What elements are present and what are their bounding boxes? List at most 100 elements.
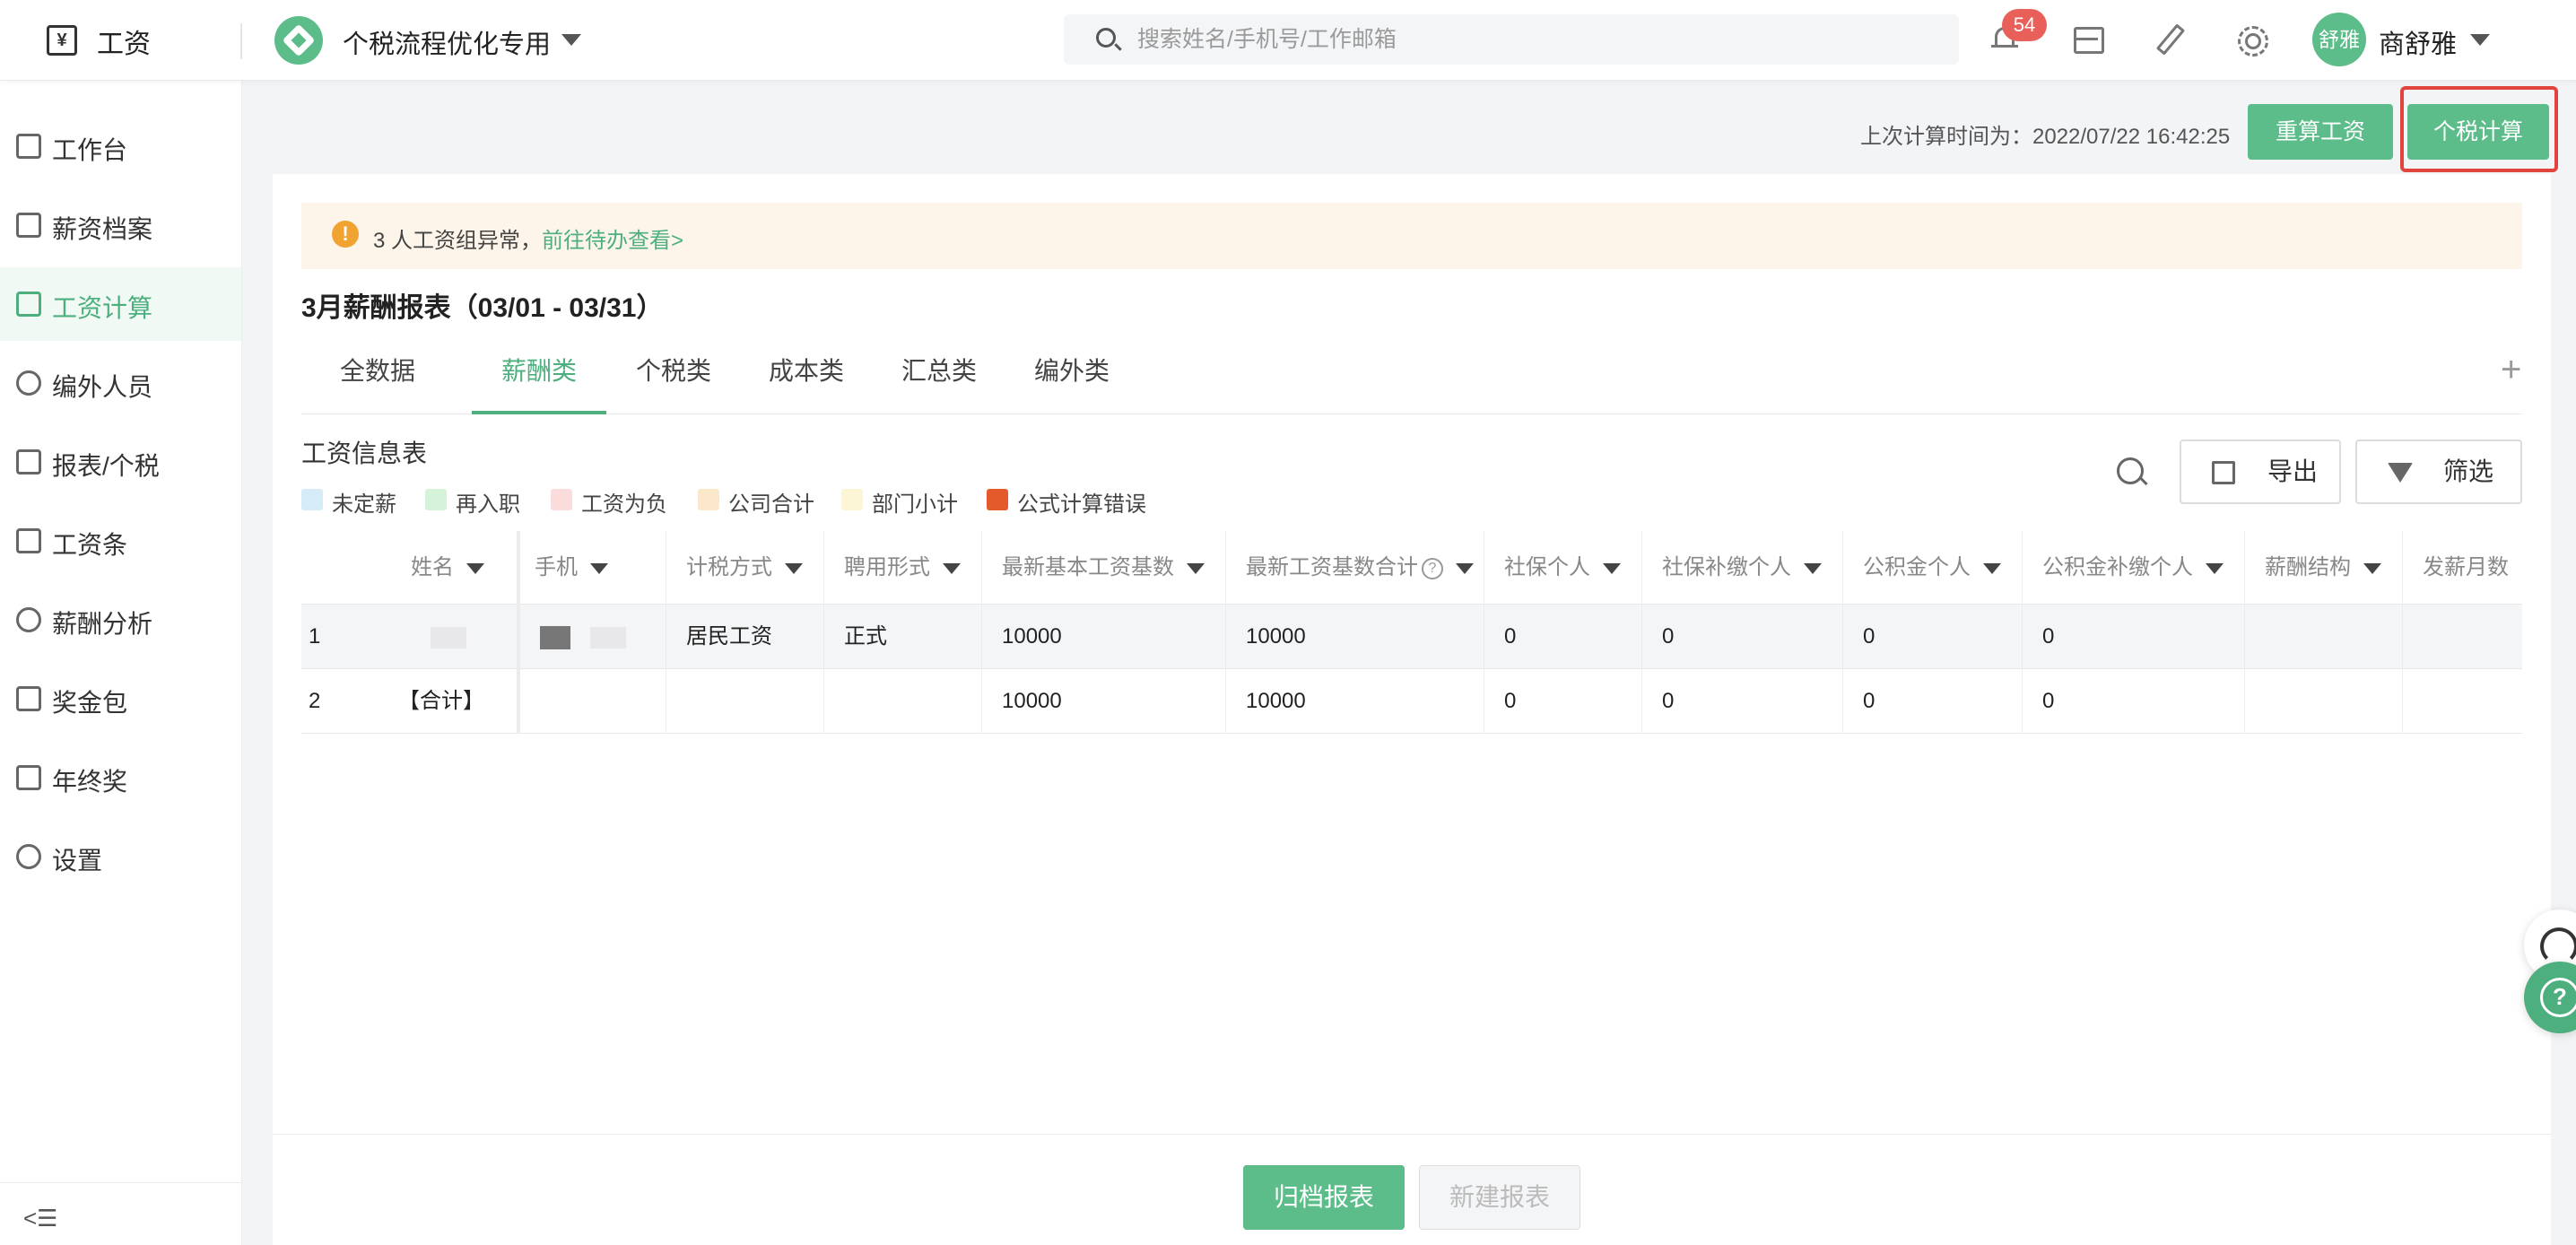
sidebar-item-label: 奖金包 xyxy=(52,689,128,717)
avatar[interactable]: 舒雅 xyxy=(2312,13,2366,66)
company-logo-icon[interactable] xyxy=(274,16,323,65)
sort-caret-icon[interactable] xyxy=(1456,562,1474,574)
page-title: 3月薪酬报表（03/01 - 03/31） xyxy=(301,293,664,323)
search-icon xyxy=(1096,28,1116,48)
sidebar-item-label: 工资计算 xyxy=(52,294,153,322)
sidebar-item-payslip[interactable]: 工资条 xyxy=(0,504,241,578)
filter-icon xyxy=(2388,463,2413,483)
column-header[interactable]: 公积金个人 xyxy=(1842,531,2022,605)
sidebar-item-label: 编外人员 xyxy=(52,373,153,401)
column-header[interactable]: 公积金补缴个人 xyxy=(2022,531,2244,605)
user-name[interactable]: 商舒雅 xyxy=(2379,23,2457,61)
column-header[interactable]: 聘用形式 xyxy=(823,531,981,605)
calendar-icon xyxy=(16,292,41,317)
company-switcher[interactable]: 个税流程优化专用 xyxy=(343,23,551,61)
cell-social: 0 xyxy=(1484,605,1641,669)
sidebar-item-year-end-bonus[interactable]: 年终奖 xyxy=(0,741,241,814)
report-tabs: 全数据 薪酬类 个税类 成本类 汇总类 编外类 + xyxy=(301,328,2522,414)
table-search-icon[interactable] xyxy=(2117,457,2144,484)
sort-caret-icon[interactable] xyxy=(466,562,484,574)
bottom-action-bar: 归档报表 新建报表 xyxy=(273,1134,2551,1245)
legend-swatch xyxy=(551,489,572,510)
divider xyxy=(240,23,242,59)
chevron-down-icon[interactable] xyxy=(561,34,581,46)
alert-message: 3 人工资组异常，前往待办查看> xyxy=(373,222,683,254)
sidebar-item-external-staff[interactable]: 编外人员 xyxy=(0,346,241,420)
cell-social-back: 0 xyxy=(1641,605,1842,669)
new-report-button[interactable]: 新建报表 xyxy=(1419,1165,1580,1230)
cell-social-back: 0 xyxy=(1641,669,1842,734)
table-row[interactable]: 1 居民工资 正式 10000 10000 0 0 0 0 xyxy=(301,605,2522,669)
export-button[interactable]: 导出 xyxy=(2180,440,2341,504)
gear-icon[interactable] xyxy=(2235,23,2268,57)
sidebar-item-reports-tax[interactable]: 报表/个税 xyxy=(0,425,241,499)
column-header[interactable]: 薪酬结构 xyxy=(2244,531,2402,605)
tax-calculation-button[interactable]: 个税计算 xyxy=(2407,104,2549,160)
todo-link[interactable]: 前往待办查看> xyxy=(542,229,683,253)
recalculate-salary-button[interactable]: 重算工资 xyxy=(2248,104,2393,160)
redacted-block xyxy=(431,626,466,649)
sidebar-item-label: 工作台 xyxy=(52,136,128,164)
legend-label: 部门小计 xyxy=(872,492,958,517)
tab-cost[interactable]: 成本类 xyxy=(766,328,847,414)
tab-tax[interactable]: 个税类 xyxy=(633,328,714,414)
cell-phone xyxy=(517,669,666,734)
column-header[interactable]: 最新基本工资基数 xyxy=(981,531,1225,605)
archive-report-button[interactable]: 归档报表 xyxy=(1243,1165,1405,1230)
sidebar-item-salary-calculation[interactable]: 工资计算 xyxy=(0,267,241,341)
inbox-icon[interactable] xyxy=(2072,23,2104,54)
filter-label: 筛选 xyxy=(2443,457,2494,485)
sidebar-item-salary-profiles[interactable]: 薪资档案 xyxy=(0,188,241,262)
sort-caret-icon[interactable] xyxy=(785,562,803,574)
tab-summary[interactable]: 汇总类 xyxy=(899,328,979,414)
sort-caret-icon[interactable] xyxy=(590,562,608,574)
collapse-menu-icon[interactable]: <☰ xyxy=(23,1205,58,1232)
notification-badge: 54 xyxy=(2002,9,2047,41)
global-search[interactable] xyxy=(1064,14,1959,65)
cell-base-total: 10000 xyxy=(1225,669,1484,734)
help-icon[interactable]: ? xyxy=(1422,557,1443,579)
tab-external[interactable]: 编外类 xyxy=(1031,328,1112,414)
filter-button[interactable]: 筛选 xyxy=(2355,440,2522,504)
cell-base-salary: 10000 xyxy=(981,669,1225,734)
sidebar-collapse[interactable]: <☰ xyxy=(0,1182,241,1245)
table-row[interactable]: 2 【合计】 10000 10000 0 0 0 0 xyxy=(301,669,2522,734)
sort-caret-icon[interactable] xyxy=(2363,562,2381,574)
export-icon xyxy=(2212,461,2235,484)
column-header[interactable]: 计税方式 xyxy=(666,531,823,605)
column-header[interactable]: 社保个人 xyxy=(1484,531,1641,605)
sort-caret-icon[interactable] xyxy=(1603,562,1621,574)
column-header[interactable]: 手机 xyxy=(517,531,666,605)
document-icon xyxy=(16,528,41,553)
calendar-check-icon xyxy=(16,765,41,790)
sidebar-item-bonus-pool[interactable]: 奖金包 xyxy=(0,662,241,736)
sort-caret-icon[interactable] xyxy=(2206,562,2224,574)
cell-tax-method xyxy=(666,669,823,734)
legend-label: 工资为负 xyxy=(581,492,667,517)
search-input[interactable] xyxy=(1137,14,1927,65)
tab-all-data[interactable]: 全数据 xyxy=(337,328,418,414)
row-index: 2 xyxy=(309,689,321,713)
warning-icon: ! xyxy=(332,221,359,248)
person-icon xyxy=(16,607,41,632)
tab-compensation[interactable]: 薪酬类 xyxy=(472,328,606,414)
chevron-down-icon[interactable] xyxy=(2470,34,2490,46)
cell-months xyxy=(2402,605,2522,669)
table-header: 姓名 手机 计税方式 聘用形式 最新基本工资基数 最新工资基数合计? 社保个人 … xyxy=(301,531,2522,605)
sidebar-item-salary-analysis[interactable]: 薪酬分析 xyxy=(0,583,241,657)
sidebar-item-settings[interactable]: 设置 xyxy=(0,820,241,893)
column-header[interactable]: 最新工资基数合计? xyxy=(1225,531,1484,605)
sidebar-item-label: 设置 xyxy=(52,847,103,875)
sidebar-item-workbench[interactable]: 工作台 xyxy=(0,109,241,183)
sort-caret-icon[interactable] xyxy=(1187,562,1205,574)
column-header[interactable]: 发薪月数 xyxy=(2402,531,2522,605)
column-header[interactable]: 社保补缴个人 xyxy=(1641,531,1842,605)
sort-caret-icon[interactable] xyxy=(1804,562,1822,574)
legend-label: 未定薪 xyxy=(332,492,396,517)
warning-alert: ! 3 人工资组异常，前往待办查看> xyxy=(301,203,2522,269)
edit-icon[interactable] xyxy=(2153,23,2183,54)
add-tab-icon[interactable]: + xyxy=(2501,352,2521,387)
cell-base-salary: 10000 xyxy=(981,605,1225,669)
sort-caret-icon[interactable] xyxy=(1983,562,2001,574)
sort-caret-icon[interactable] xyxy=(943,562,961,574)
